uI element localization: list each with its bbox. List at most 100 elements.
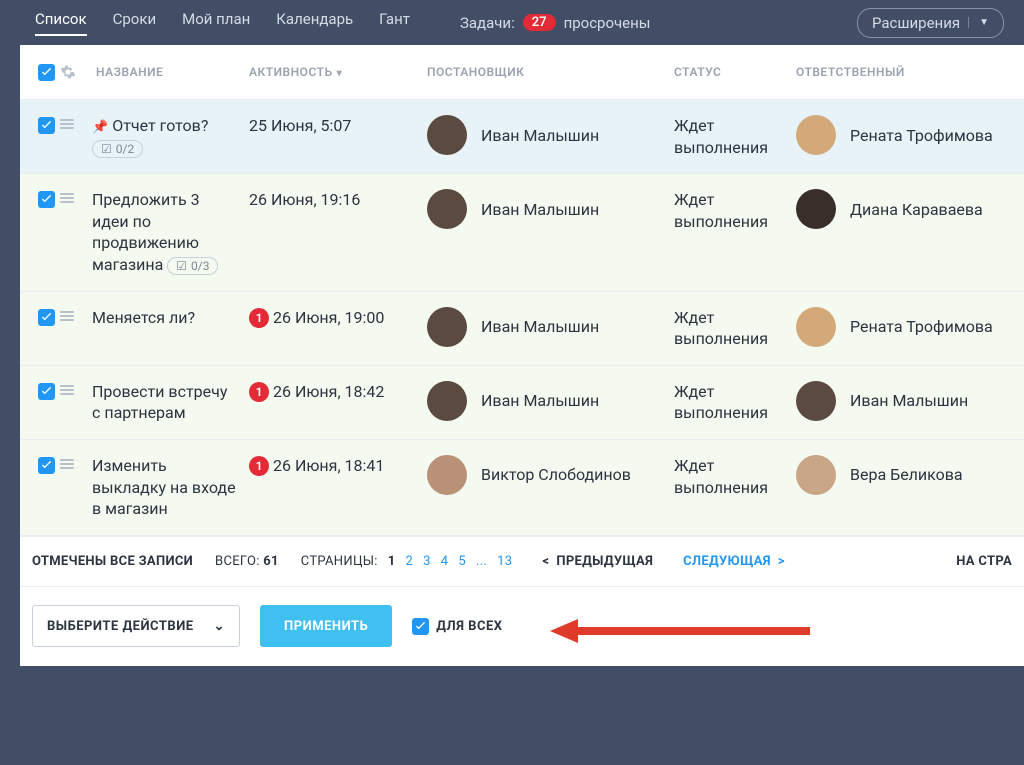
tab-gantt[interactable]: Гант [379,10,410,36]
header-status[interactable]: СТАТУС [674,65,796,79]
page-1[interactable]: 1 [388,554,396,569]
topbar: Список Сроки Мой план Календарь Гант Зад… [0,0,1024,45]
row-checkbox[interactable] [32,115,60,134]
task-title-cell[interactable]: Провести встречу с партнерам [92,381,249,424]
page-2[interactable]: 2 [406,554,414,569]
responsible-cell[interactable]: Рената Трофимова [796,307,1024,347]
bulk-action-bar: ВЫБЕРИТЕ ДЕЙСТВИЕ ⌄ ПРИМЕНИТЬ ДЛЯ ВСЕХ [20,586,1024,666]
row-checkbox[interactable] [32,381,60,400]
extensions-label: Расширения [872,14,960,32]
status-cell: Ждет выполнения [674,189,796,232]
setter-cell[interactable]: Иван Малышин [427,115,674,155]
select-all[interactable] [32,64,60,81]
responsible-name: Вера Беликова [850,465,963,484]
gear-icon[interactable] [60,64,92,80]
task-title-cell[interactable]: Изменить выкладку на входе в магазин [92,455,249,520]
avatar [427,115,467,155]
activity-cell: 26 Июня, 19:16 [249,189,427,211]
header-title[interactable]: НАЗВАНИЕ [92,65,249,79]
responsible-cell[interactable]: Диана Караваева [796,189,1024,229]
apply-button[interactable]: ПРИМЕНИТЬ [260,605,392,647]
responsible-name: Рената Трофимова [850,317,993,336]
drag-handle-icon[interactable] [60,115,92,129]
chevron-down-icon: ⌄ [214,619,225,634]
task-title-cell[interactable]: Меняется ли? [92,307,249,329]
task-title: Изменить выкладку на входе в магазин [92,456,236,518]
activity-cell: 126 Июня, 18:42 [249,381,427,403]
activity-cell: 126 Июня, 18:41 [249,455,427,477]
setter-name: Иван Малышин [481,200,599,219]
table-headers: НАЗВАНИЕ АКТИВНОСТЬ▾ ПОСТАНОВЩИК СТАТУС … [20,45,1024,100]
setter-cell[interactable]: Иван Малышин [427,189,674,229]
avatar [796,307,836,347]
update-badge: 1 [249,382,269,402]
checklist-icon: ☑ [176,259,187,273]
for-all-label: ДЛЯ ВСЕХ [436,619,502,634]
chevron-down-icon: ▼ [968,17,989,28]
avatar [796,115,836,155]
select-action-dropdown[interactable]: ВЫБЕРИТЕ ДЕЙСТВИЕ ⌄ [32,605,240,647]
drag-handle-icon[interactable] [60,455,92,469]
subtask-counter[interactable]: ☑0/2 [92,140,143,158]
drag-handle-icon[interactable] [60,381,92,395]
pages-label: СТРАНИЦЫ: [301,554,378,569]
pages: СТРАНИЦЫ: 1 2 3 4 5 ... 13 [301,554,513,569]
avatar [427,455,467,495]
page-13[interactable]: 13 [497,554,512,569]
avatar [427,307,467,347]
responsible-cell[interactable]: Рената Трофимова [796,115,1024,155]
row-checkbox[interactable] [32,455,60,474]
tasks-count-badge: 27 [523,14,556,31]
tab-deadlines[interactable]: Сроки [113,10,157,36]
page-dots[interactable]: ... [476,554,487,569]
subtask-counter[interactable]: ☑0/3 [167,257,218,275]
tasks-label: Задачи: [460,14,515,32]
prev-page[interactable]: < ПРЕДЫДУЩАЯ [542,554,653,569]
header-responsible[interactable]: ОТВЕТСТВЕННЫЙ [796,65,1024,79]
page-4[interactable]: 4 [441,554,449,569]
selected-all-label: ОТМЕЧЕНЫ ВСЕ ЗАПИСИ [32,554,193,569]
responsible-cell[interactable]: Вера Беликова [796,455,1024,495]
overdue-label: просрочены [564,14,651,32]
setter-cell[interactable]: Иван Малышин [427,307,674,347]
tab-list[interactable]: Список [35,10,87,36]
header-activity[interactable]: АКТИВНОСТЬ▾ [249,65,427,79]
task-title: Провести встречу с партнерам [92,382,227,423]
tab-calendar[interactable]: Календарь [276,10,353,36]
responsible-name: Диана Караваева [850,200,983,219]
extensions-button[interactable]: Расширения ▼ [857,8,1004,38]
row-checkbox[interactable] [32,189,60,208]
annotation-arrow-icon [550,617,810,649]
table-row: Изменить выкладку на входе в магазин 126… [20,440,1024,536]
update-badge: 1 [249,456,269,476]
drag-handle-icon[interactable] [60,189,92,203]
avatar [796,455,836,495]
tab-myplan[interactable]: Мой план [182,10,250,36]
setter-name: Виктор Слободинов [481,465,631,484]
status-cell: Ждет выполнения [674,381,796,424]
row-checkbox[interactable] [32,307,60,326]
header-setter[interactable]: ПОСТАНОВЩИК [427,65,674,79]
avatar [427,381,467,421]
setter-name: Иван Малышин [481,126,599,145]
setter-cell[interactable]: Иван Малышин [427,381,674,421]
responsible-cell[interactable]: Иван Малышин [796,381,1024,421]
responsible-name: Иван Малышин [850,391,968,410]
setter-cell[interactable]: Виктор Слободинов [427,455,674,495]
table-row: Провести встречу с партнерам 126 Июня, 1… [20,366,1024,440]
view-tabs: Список Сроки Мой план Календарь Гант [35,10,410,36]
avatar [796,189,836,229]
drag-handle-icon[interactable] [60,307,92,321]
pagination-bar: ОТМЕЧЕНЫ ВСЕ ЗАПИСИ ВСЕГО: 61 СТРАНИЦЫ: … [20,536,1024,586]
task-title-cell[interactable]: Предложить 3 идеи по продвижению магазин… [92,189,249,275]
task-panel: НАЗВАНИЕ АКТИВНОСТЬ▾ ПОСТАНОВЩИК СТАТУС … [20,45,1024,666]
task-title-cell[interactable]: 📌Отчет готов? ☑0/2 [92,115,249,158]
table-row: Меняется ли? 126 Июня, 19:00 Иван Малыши… [20,292,1024,366]
page-3[interactable]: 3 [423,554,431,569]
next-page[interactable]: СЛЕДУЮЩАЯ > [683,554,785,569]
page-5[interactable]: 5 [458,554,466,569]
select-action-label: ВЫБЕРИТЕ ДЕЙСТВИЕ [47,619,194,634]
pin-icon: 📌 [92,120,108,135]
for-all-checkbox[interactable]: ДЛЯ ВСЕХ [412,618,502,635]
overdue-tasks[interactable]: Задачи: 27 просрочены [460,14,650,32]
